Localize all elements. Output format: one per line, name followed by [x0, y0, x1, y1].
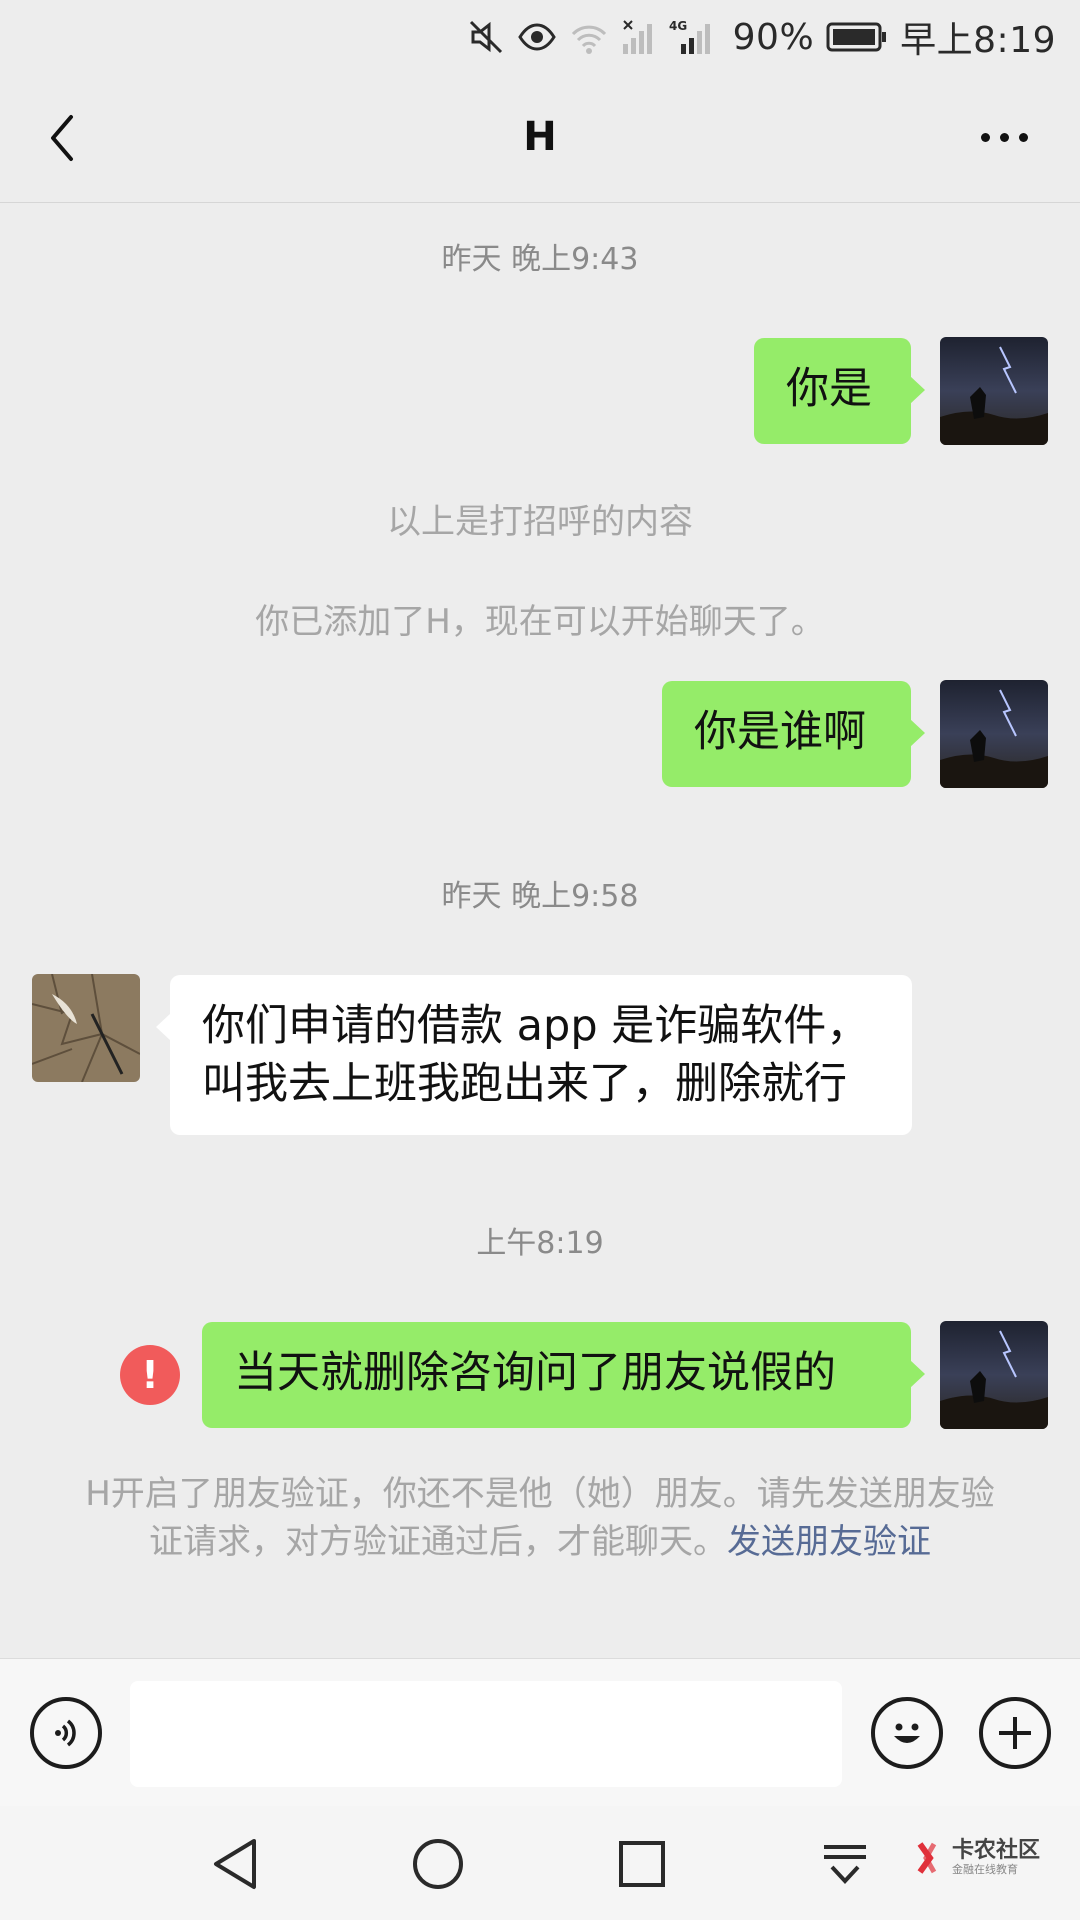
message-line: 你们申请的借款 app 是诈骗软件， [202, 1001, 870, 1051]
timestamp: 上午8:19 [476, 1226, 604, 1261]
chat-header: H [0, 72, 1080, 203]
send-verification-link[interactable]: 发送朋友验证 [727, 1522, 931, 1562]
message-input[interactable] [130, 1681, 842, 1787]
status-bar: 4G 90% 早上8:19 [0, 0, 1080, 72]
more-button[interactable] [964, 117, 1044, 157]
send-failed-icon[interactable]: ! [120, 1345, 180, 1405]
eye-icon [517, 18, 557, 56]
emoji-button[interactable] [871, 1697, 943, 1769]
wifi-icon [569, 18, 609, 56]
svg-text:4G: 4G [669, 19, 687, 33]
nav-home-icon [413, 1839, 463, 1889]
plus-icon [999, 1717, 1031, 1749]
system-message: 以上是打招呼的内容 [387, 502, 693, 542]
signal-icon [621, 18, 655, 56]
nav-back-icon [214, 1839, 256, 1889]
signal-4g-icon: 4G [667, 18, 721, 56]
nav-recents-icon [619, 1841, 665, 1887]
contact-avatar[interactable] [32, 974, 140, 1082]
back-button[interactable] [36, 108, 88, 168]
battery-icon [826, 20, 888, 54]
watermark-subtitle: 金融在线教育 [951, 1863, 1018, 1876]
message-line: 叫我去上班我跑出来了，删除就行 [202, 1059, 847, 1109]
timestamp: 昨天 晚上9:43 [441, 242, 639, 277]
watermark-logo [917, 1842, 937, 1874]
input-bar [0, 1658, 1080, 1807]
emoji-icon [894, 1723, 920, 1743]
chat-title: H [523, 114, 557, 160]
plus-button[interactable] [979, 1697, 1051, 1769]
timestamp: 昨天 晚上9:58 [441, 879, 639, 914]
system-nav-bar: 卡农社区 金融在线教育 [0, 1806, 1080, 1920]
nav-menu-button[interactable] [815, 1834, 875, 1894]
status-icons: 4G 90% 早上8:19 [467, 12, 1056, 62]
watermark: 卡农社区 金融在线教育 [912, 1838, 1040, 1878]
nav-back-button[interactable] [205, 1834, 265, 1894]
friend-verification-notice: H开启了朋友验证，你还不是他（她）朋友。请先发送朋友验证请求，对方验证通过后，才… [85, 1474, 995, 1562]
back-icon [51, 115, 73, 161]
sent-message[interactable]: 你是谁啊 [662, 681, 925, 787]
my-avatar[interactable] [940, 337, 1048, 445]
clock: 早上8:19 [900, 20, 1056, 61]
my-avatar[interactable] [940, 1321, 1048, 1429]
nav-menu-icon [824, 1845, 866, 1884]
nav-home-button[interactable] [408, 1834, 468, 1894]
nav-recents-button[interactable] [612, 1834, 672, 1894]
watermark-text: 卡农社区 金融在线教育 [952, 1839, 1040, 1877]
mute-icon [467, 18, 505, 56]
my-avatar[interactable] [940, 680, 1048, 788]
battery-percent: 90% [732, 16, 815, 58]
sent-message-failed[interactable]: 当天就删除咨询问了朋友说假的 [202, 1322, 925, 1428]
received-message[interactable]: 你们申请的借款 app 是诈骗软件， 叫我去上班我跑出来了，删除就行 [156, 975, 912, 1135]
voice-icon [55, 1719, 76, 1747]
more-icon [980, 132, 990, 142]
watermark-title: 卡农社区 [951, 1838, 1040, 1863]
sent-message[interactable]: 你是 [754, 338, 925, 444]
system-message: 你已添加了H，现在可以开始聊天了。 [255, 602, 825, 642]
voice-button[interactable] [30, 1697, 102, 1769]
